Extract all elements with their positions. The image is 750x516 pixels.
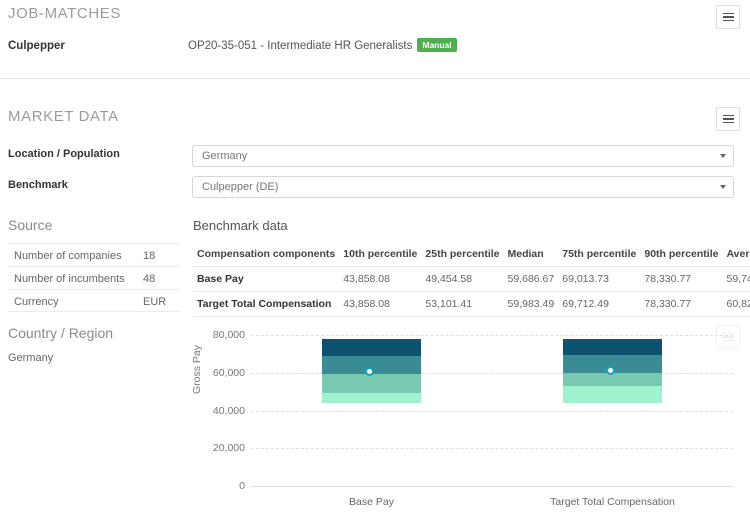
column-header-p90: 90th percentile (640, 243, 723, 267)
column-header-p10: 10th percentile (339, 243, 422, 267)
chart-gridline (251, 335, 733, 337)
cell-p75: 69,013.73 (558, 266, 641, 292)
location-population-label: Location / Population (8, 148, 120, 160)
benchmark-row: Benchmark Culpepper (DE) (0, 176, 750, 198)
cell-p90: 78,330.77 (640, 291, 723, 317)
chart-bar-segment (563, 386, 662, 404)
chart-bar-segment (322, 373, 421, 393)
chart-x-tick-label: Target Total Compensation (550, 496, 675, 508)
location-population-row: Location / Population Germany (0, 145, 750, 167)
chevron-down-icon (720, 185, 726, 189)
job-matches-menu-button[interactable] (716, 5, 740, 29)
chart-y-tick-label: 20,000 (212, 442, 245, 455)
chart-bar-segment (563, 373, 662, 387)
hamburger-icon (722, 118, 734, 120)
cell-p10: 43,858.08 (339, 266, 422, 292)
table-row: Number of companies 18 (8, 243, 180, 266)
chart-median-marker[interactable] (605, 366, 615, 376)
country-region-value: Germany (8, 352, 54, 364)
column-header-p25: 25th percentile (421, 243, 504, 267)
hamburger-icon (722, 332, 734, 335)
source-title: Source (8, 217, 53, 233)
hamburger-icon (722, 114, 734, 117)
column-header-component: Compensation components (193, 243, 340, 267)
hamburger-icon (722, 336, 734, 338)
column-header-average: Average (722, 243, 750, 267)
job-match-source-label: Culpepper (8, 39, 65, 52)
benchmark-label: Benchmark (8, 179, 68, 191)
chart-y-tick-label: 40,000 (212, 404, 245, 417)
status-badge: Manual (417, 37, 457, 52)
chart-menu-button[interactable] (716, 325, 740, 349)
chart-y-tick-label: 0 (239, 480, 245, 492)
hamburger-icon (722, 12, 734, 15)
benchmark-value: Culpepper (DE) (202, 181, 279, 193)
chart-gridline (251, 486, 733, 487)
cell-median: 59,686.67 (503, 266, 559, 292)
source-key: Currency (14, 296, 59, 308)
hamburger-icon (722, 16, 734, 18)
source-table: Number of companies 18 Number of incumbe… (8, 243, 180, 312)
benchmark-select[interactable]: Culpepper (DE) (192, 176, 734, 198)
chart-gridline (251, 448, 733, 450)
benchmark-range-chart: Gross Pay 0 20,000 40,000 60,000 80,000 Base … (191, 318, 742, 516)
source-value: 48 (143, 273, 156, 285)
cell-p25: 53,101.41 (421, 291, 504, 317)
cell-median: 59,983.49 (503, 291, 559, 317)
chart-y-tick-label: 60,000 (212, 367, 245, 380)
benchmark-data-table: Compensation components 10th percentile … (193, 243, 750, 317)
table-row: Number of incumbents 48 (8, 266, 180, 289)
cell-component: Base Pay (193, 266, 340, 292)
job-match-row: Culpepper OP20-35-051 - Intermediate HR G… (8, 37, 742, 53)
table-row: Target Total Compensation 43,858.08 53,1… (193, 291, 750, 317)
chart-y-tick-label: 80,000 (212, 329, 245, 342)
location-population-select[interactable]: Germany (192, 145, 734, 167)
hamburger-icon (722, 339, 734, 342)
chart-bar-segment (322, 338, 421, 357)
chart-median-marker[interactable] (364, 366, 374, 376)
source-value: EUR (143, 296, 167, 308)
cell-component: Target Total Compensation (193, 291, 340, 317)
benchmark-data-title: Benchmark data (193, 218, 288, 233)
country-region-title: Country / Region (8, 325, 114, 341)
job-matches-section: JOB-MATCHES Culpepper OP20-35-051 - Inter… (0, 0, 750, 88)
cell-p25: 49,454.58 (421, 266, 504, 292)
chart-bar-segment (563, 338, 662, 355)
table-row: Currency EUR (8, 289, 180, 312)
location-population-value: Germany (202, 150, 248, 162)
chart-x-tick-label: Base Pay (349, 496, 394, 508)
chevron-down-icon (720, 154, 726, 158)
source-key: Number of incumbents (14, 273, 125, 285)
section-divider (0, 78, 750, 79)
cell-p90: 78,330.77 (640, 266, 723, 292)
cell-p75: 69,712.49 (558, 291, 641, 317)
cell-p10: 43,858.08 (339, 291, 422, 317)
hamburger-icon (722, 121, 734, 124)
job-matches-title: JOB-MATCHES (8, 5, 121, 22)
job-match-value: OP20-35-051 - Intermediate HR Generalist… (188, 39, 413, 52)
market-data-menu-button[interactable] (716, 107, 740, 131)
chart-gridline (251, 410, 733, 412)
chart-bar-segment (322, 392, 421, 404)
cell-average: 59,743.68 (722, 266, 750, 292)
market-data-title: MARKET DATA (8, 108, 119, 125)
hamburger-icon (722, 19, 734, 22)
source-key: Number of companies (14, 250, 122, 262)
column-header-p75: 75th percentile (558, 243, 641, 267)
cell-average: 60,829.52 (722, 291, 750, 317)
table-header-row: Compensation components 10th percentile … (193, 243, 750, 267)
source-value: 18 (143, 250, 156, 262)
column-header-median: Median (503, 243, 559, 267)
table-row: Base Pay 43,858.08 49,454.58 59,686.67 6… (193, 266, 750, 292)
